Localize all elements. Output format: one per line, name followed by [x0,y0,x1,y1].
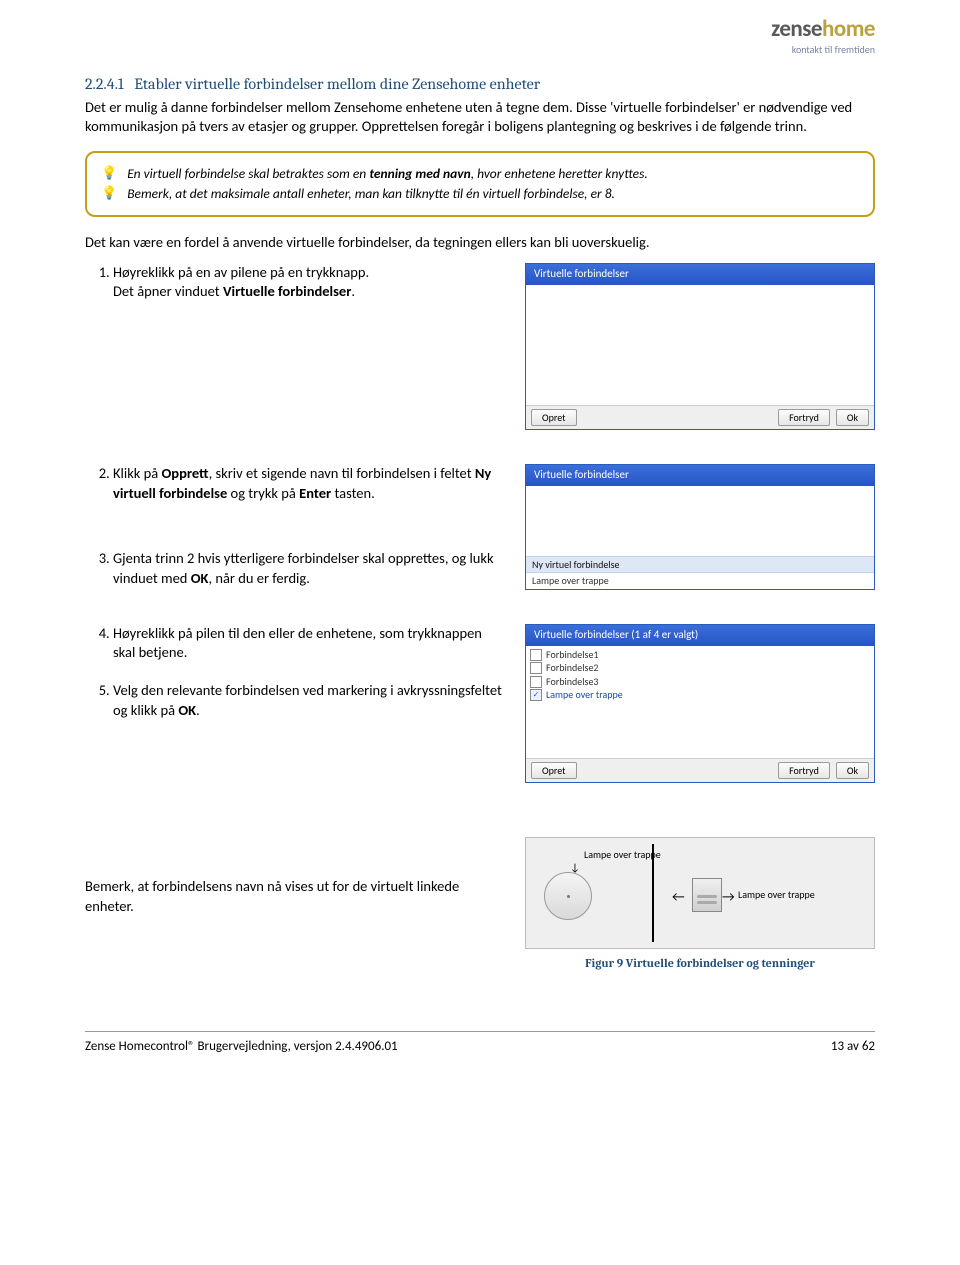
brand-right: home [822,15,875,43]
pushbutton-icon [544,872,592,920]
diagram-label-right: Lampe over trappe [738,888,815,902]
step-2: Klikk på Opprett, skriv et sigende navn … [113,464,503,503]
tip-1: En virtuell forbindelse skal betraktes s… [127,165,648,183]
connection-diagram: Lampe over trappe ↓ ← → Lampe over trapp… [525,837,875,949]
bulb-icon: 💡 [101,185,117,203]
bulb-icon: 💡 [101,165,117,183]
list-row-new[interactable]: Ny virtuel forbindelse [526,556,874,574]
brand-logo: zensehome kontakt til fremtiden [771,14,875,57]
step-3: Gjenta trinn 2 hvis ytterligere forbinde… [113,549,503,588]
window-virtual-3: Virtuelle forbindelser (1 af 4 er valgt)… [525,624,875,783]
figure-caption: Figur 9 Virtuelle forbindelser og tennin… [525,955,875,971]
fortryd-button[interactable]: Fortryd [778,762,830,780]
footer-left: Zense Homecontrol® Brugervejledning, ver… [85,1038,398,1056]
window-title: Virtuelle forbindelser (1 af 4 er valgt) [526,625,874,646]
fortryd-button[interactable]: Fortryd [778,409,830,427]
ok-button[interactable]: Ok [836,409,869,427]
arrow-right-icon: → [722,888,735,907]
heading-title: Etabler virtuelle forbindelser mellom di… [134,75,540,93]
socket-icon [692,878,722,912]
opret-button[interactable]: Opret [531,409,577,427]
window-virtual-1: Virtuelle forbindelser Opret Fortryd Ok [525,263,875,430]
step-4: Høyreklikk på pilen til den eller de enh… [113,624,503,663]
para-2: Det kan være en fordel å anvende virtuel… [85,233,875,253]
checkbox-row-2[interactable]: Forbindelse2 [526,661,874,675]
checkbox-row-4[interactable]: ✓Lampe over trappe [526,688,874,702]
brand-left: zense [771,15,822,43]
opret-button[interactable]: Opret [531,762,577,780]
step-1: Høyreklikk på en av pilene på en trykkna… [113,263,503,302]
brand-tagline: kontakt til fremtiden [771,43,875,57]
tip-2: Bemerk, at det maksimale antall enheter,… [127,185,615,203]
final-paragraph: Bemerk, at forbindelsens navn nå vises u… [85,877,503,916]
intro-paragraph: Det er mulig å danne forbindelser mellom… [85,98,875,137]
arrow-left-icon: ← [672,888,685,907]
checkbox-row-1[interactable]: Forbindelse1 [526,648,874,662]
checkbox-row-3[interactable]: Forbindelse3 [526,675,874,689]
window-title: Virtuelle forbindelser [526,465,874,486]
window-title: Virtuelle forbindelser [526,264,874,285]
list-row-lampe[interactable]: Lampe over trappe [526,573,874,589]
diagram-label-top: Lampe over trappe [584,848,661,862]
footer-right: 13 av 62 [831,1038,875,1056]
page-footer: Zense Homecontrol® Brugervejledning, ver… [85,1031,875,1056]
step-5: Velg den relevante forbindelsen ved mark… [113,681,503,720]
heading-number: 2.2.4.1 [85,75,124,93]
ok-button[interactable]: Ok [836,762,869,780]
tip-box: 💡 En virtuell forbindelse skal betraktes… [85,151,875,217]
section-heading: 2.2.4.1 Etabler virtuelle forbindelser m… [85,74,875,96]
window-virtual-2: Virtuelle forbindelser Ny virtuel forbin… [525,464,875,590]
